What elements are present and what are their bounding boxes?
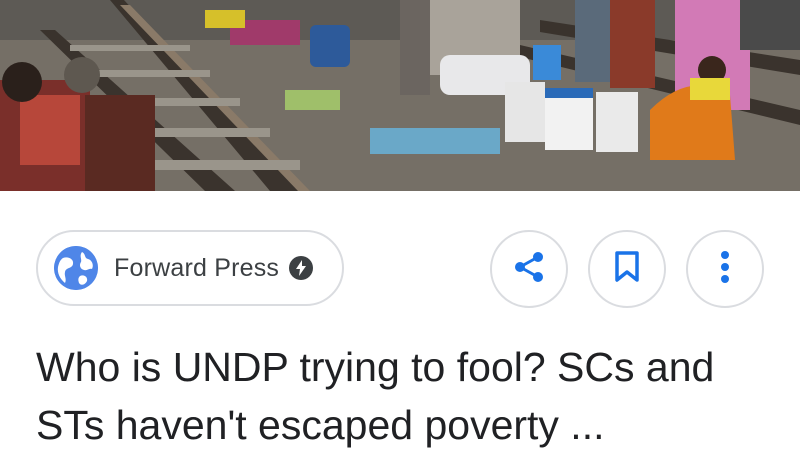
source-chip[interactable]: Forward Press: [36, 230, 344, 306]
more-options-button[interactable]: [686, 230, 764, 308]
article-image[interactable]: [0, 0, 800, 191]
source-name: Forward Press: [114, 253, 280, 282]
share-button[interactable]: [490, 230, 568, 308]
amp-lightning-icon: [289, 256, 314, 280]
more-vert-icon: [720, 250, 730, 289]
save-button[interactable]: [588, 230, 666, 308]
bookmark-icon: [614, 250, 640, 288]
article-headline[interactable]: Who is UNDP trying to fool? SCs and STs …: [36, 338, 776, 454]
globe-icon: [54, 246, 98, 290]
share-icon: [512, 250, 546, 289]
